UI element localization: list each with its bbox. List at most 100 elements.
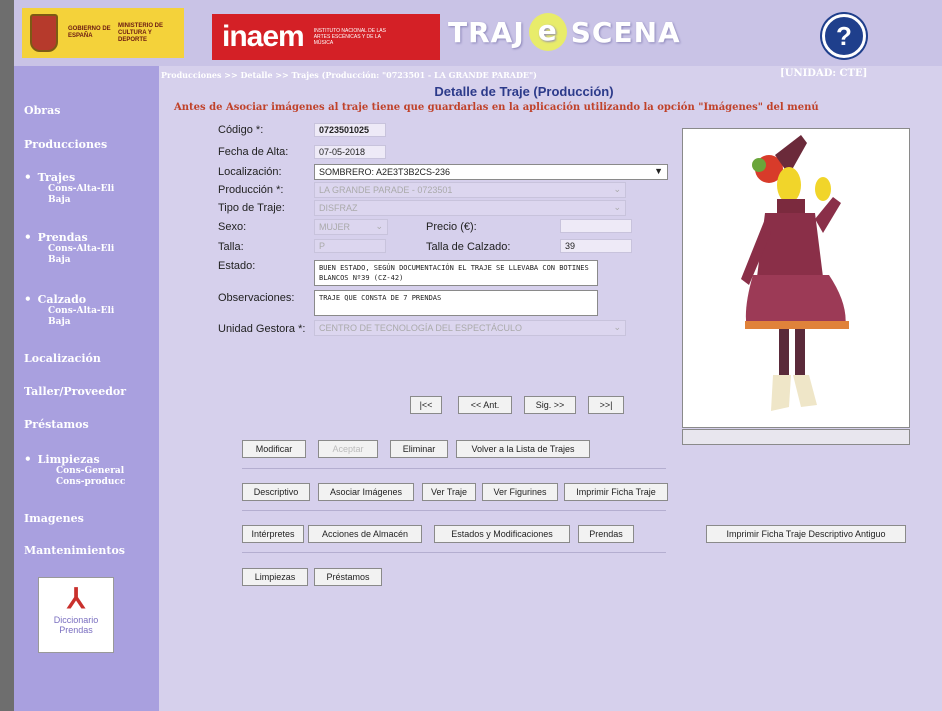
- leaf-decoration: [752, 158, 766, 172]
- page-title: Detalle de Traje (Producción): [434, 84, 614, 99]
- volver-lista-button[interactable]: Volver a la Lista de Trajes: [456, 440, 590, 458]
- chevron-down-icon: ⌄: [613, 202, 621, 212]
- ver-figurines-button[interactable]: Ver Figurines: [482, 483, 558, 501]
- descriptivo-button[interactable]: Descriptivo: [242, 483, 310, 501]
- bullet-icon: •: [24, 292, 32, 306]
- talla-label: Talla:: [218, 241, 244, 253]
- bullet-icon: •: [24, 170, 32, 184]
- produccion-select[interactable]: LA GRANDE PARADE - 0723501 ⌄: [314, 182, 626, 198]
- sidebar-item-taller[interactable]: Taller/Proveedor: [24, 385, 126, 398]
- logo-left: TRAJ: [448, 15, 525, 49]
- sidebar-link-prendas-baja[interactable]: Baja: [48, 255, 71, 266]
- unidad-gestora-value: CENTRO DE TECNOLOGÍA DEL ESPECTÁCULO: [319, 323, 523, 333]
- first-record-button[interactable]: |<<: [410, 396, 442, 414]
- sidebar-item-obras[interactable]: Obras: [24, 104, 60, 117]
- sidebar-link-trajes-baja[interactable]: Baja: [48, 195, 71, 206]
- skirt-trim: [745, 321, 849, 329]
- mask-face: [777, 167, 801, 203]
- sidebar-link-calzado-baja[interactable]: Baja: [48, 317, 71, 328]
- limpiezas-button[interactable]: Limpiezas: [242, 568, 308, 586]
- interpretes-button[interactable]: Intérpretes: [242, 525, 304, 543]
- tipo-label: Tipo de Traje:: [218, 202, 285, 214]
- unidad-gestora-select[interactable]: CENTRO DE TECNOLOGÍA DEL ESPECTÁCULO ⌄: [314, 320, 626, 336]
- inaem-wordmark: inaem: [222, 20, 305, 53]
- fecha-label: Fecha de Alta:: [218, 146, 289, 158]
- sidebar-item-mantenimientos[interactable]: Mantenimientos: [24, 544, 125, 557]
- sidebar-item-limpiezas[interactable]: • Limpiezas: [24, 452, 100, 466]
- sidebar-link-limpiezas-producc[interactable]: Cons-producc: [56, 477, 125, 488]
- codigo-field[interactable]: 0723501025: [314, 123, 386, 137]
- chevron-down-icon: ⌄: [613, 322, 621, 332]
- sidebar-item-prestamos[interactable]: Préstamos: [24, 418, 89, 431]
- sexo-label: Sexo:: [218, 221, 247, 233]
- precio-field[interactable]: [560, 219, 632, 233]
- sidebar-link-calzado-cons[interactable]: Cons-Alta-Eli: [48, 306, 114, 317]
- sidebar-link-prendas-cons[interactable]: Cons-Alta-Eli: [48, 244, 114, 255]
- ministerio-text: MINISTERIO DE CULTURA Y DEPORTE: [118, 22, 164, 43]
- tipo-value: DISFRAZ: [319, 203, 358, 213]
- sexo-select[interactable]: MUJER ⌄: [314, 219, 388, 235]
- left-leg: [779, 329, 789, 377]
- chevron-down-icon: ⌄: [613, 184, 621, 194]
- pdf-icon: ⅄: [67, 583, 85, 614]
- estado-label: Estado:: [218, 260, 256, 272]
- sidebar-item-trajes[interactable]: • Trajes: [24, 170, 75, 184]
- ver-traje-button[interactable]: Ver Traje: [422, 483, 476, 501]
- coat-of-arms-icon: [30, 14, 58, 52]
- gobierno-logo: GOBIERNO DE ESPAÑA MINISTERIO DE CULTURA…: [22, 8, 184, 58]
- costume-image-frame: [682, 128, 910, 428]
- bodice-shape: [757, 213, 823, 277]
- sidebar-item-calzado[interactable]: • Calzado: [24, 292, 86, 306]
- trajescena-logo: TRAJ e SCENA: [448, 12, 681, 52]
- prestamos-button[interactable]: Préstamos: [314, 568, 382, 586]
- skirt-shape: [745, 275, 846, 329]
- talla-field[interactable]: P: [314, 239, 386, 253]
- imprimir-ficha-button[interactable]: Imprimir Ficha Traje: [564, 483, 668, 501]
- acciones-almacen-button[interactable]: Acciones de Almacén: [308, 525, 422, 543]
- help-icon[interactable]: ?: [822, 14, 866, 58]
- sidebar-item-producciones[interactable]: Producciones: [24, 138, 107, 151]
- observaciones-textarea[interactable]: TRAJE QUE CONSTA DE 7 PRENDAS: [314, 290, 598, 316]
- chevron-down-icon: ▼: [654, 166, 663, 176]
- fecha-field[interactable]: 07-05-2018: [314, 145, 386, 159]
- unidad-badge: [UNIDAD: CTE]: [780, 68, 868, 79]
- produccion-label: Producción *:: [218, 184, 284, 196]
- bullet-icon: •: [24, 452, 32, 466]
- produccion-value: LA GRANDE PARADE - 0723501: [319, 185, 453, 195]
- sidebar-link-trajes-cons[interactable]: Cons-Alta-Eli: [48, 184, 114, 195]
- last-record-button[interactable]: >>|: [588, 396, 624, 414]
- localizacion-label: Localización:: [218, 166, 282, 178]
- prendas-button[interactable]: Prendas: [578, 525, 634, 543]
- divider: [242, 510, 666, 511]
- sidebar-link-limpiezas-general[interactable]: Cons-General: [56, 466, 124, 477]
- calzado-field[interactable]: 39: [560, 239, 632, 253]
- aceptar-button[interactable]: Aceptar: [318, 440, 378, 458]
- tipo-select[interactable]: DISFRAZ ⌄: [314, 200, 626, 216]
- right-boot: [793, 375, 817, 407]
- collar-shape: [777, 199, 805, 213]
- asociar-imagenes-button[interactable]: Asociar Imágenes: [318, 483, 414, 501]
- unidad-gestora-label: Unidad Gestora *:: [218, 323, 306, 335]
- imprimir-antiguo-button[interactable]: Imprimir Ficha Traje Descriptivo Antiguo: [706, 525, 906, 543]
- sidebar-item-label: Limpiezas: [37, 453, 100, 466]
- sidebar-item-localizacion[interactable]: Localización: [24, 352, 101, 365]
- eliminar-button[interactable]: Eliminar: [390, 440, 448, 458]
- estados-modificaciones-button[interactable]: Estados y Modificaciones: [434, 525, 570, 543]
- warning-message: Antes de Asociar imágenes al traje tiene…: [174, 102, 819, 113]
- previous-record-button[interactable]: << Ant.: [458, 396, 512, 414]
- app-frame: GOBIERNO DE ESPAÑA MINISTERIO DE CULTURA…: [14, 0, 942, 711]
- observaciones-label: Observaciones:: [218, 292, 295, 304]
- divider: [242, 552, 666, 553]
- pdf-diccionario-link[interactable]: ⅄ Diccionario Prendas: [38, 577, 114, 653]
- next-record-button[interactable]: Sig. >>: [524, 396, 576, 414]
- glove-hand: [815, 177, 831, 201]
- divider: [242, 468, 666, 469]
- left-boot: [771, 375, 791, 411]
- localizacion-select[interactable]: SOMBRERO: A2E3T3B2CS-236 ▼: [314, 164, 668, 180]
- pdf-label-1: Diccionario: [53, 615, 99, 625]
- sidebar-item-prendas[interactable]: • Prendas: [24, 230, 88, 244]
- logo-right: SCENA: [570, 15, 681, 49]
- sidebar-item-imagenes[interactable]: Imagenes: [24, 512, 84, 525]
- modificar-button[interactable]: Modificar: [242, 440, 306, 458]
- estado-textarea[interactable]: BUEN ESTADO, SEGÚN DOCUMENTACIÓN EL TRAJ…: [314, 260, 598, 286]
